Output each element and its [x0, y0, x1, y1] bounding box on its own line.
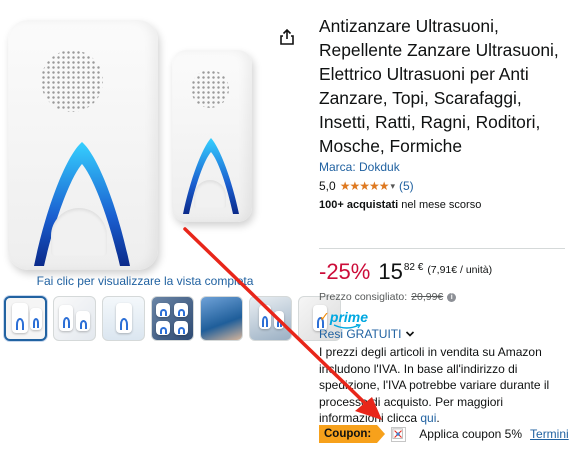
list-price-row: Prezzo consigliato: 20,99€ i [319, 291, 457, 303]
info-icon[interactable]: i [447, 292, 457, 302]
vat-info-link[interactable]: qui [420, 411, 436, 425]
discount-badge: -25% [319, 259, 371, 284]
device-front-bump [51, 208, 107, 256]
unit-price: (7,91€ / unità) [427, 264, 493, 276]
thumbnail-4[interactable] [151, 296, 194, 341]
broken-image-icon [392, 427, 404, 439]
prime-check-icon: ✓ [319, 309, 330, 324]
free-returns-label: Resi GRATUITI [319, 327, 402, 341]
rating-value: 5,0 [319, 179, 336, 193]
device-small [172, 50, 252, 222]
product-title: Antizanzare Ultrasuoni, Repellente Zanza… [319, 16, 559, 156]
thumbnail-2[interactable] [53, 296, 96, 341]
thumbnail-1[interactable] [4, 296, 47, 341]
rating-row: 5,0 ★★★★★ ▾ (5) [319, 179, 569, 193]
coupon-terms-link[interactable]: Termini [530, 427, 569, 441]
device-large [8, 20, 158, 270]
main-product-image[interactable] [0, 10, 290, 272]
thumbnail-5[interactable] [200, 296, 243, 341]
star-rating-icon[interactable]: ★★★★★ [340, 179, 390, 193]
prime-badge: ✓ prime [319, 309, 369, 329]
chevron-down-icon[interactable]: ▾ [390, 181, 395, 192]
thumbnail-3[interactable] [102, 296, 145, 341]
list-price-label: Prezzo consigliato: [319, 291, 408, 303]
list-price-value: 20,99€ [411, 291, 444, 303]
product-info: Antizanzare Ultrasuoni, Repellente Zanza… [319, 14, 569, 211]
coupon-tag: Coupon: [319, 425, 386, 443]
vat-notice-end: . [436, 411, 440, 425]
prime-logo: prime [329, 309, 369, 325]
chevron-down-icon [406, 331, 415, 337]
coupon-label: Applica coupon 5% [419, 427, 523, 441]
price-fraction: 82 € [403, 262, 424, 273]
review-count-link[interactable]: (5) [399, 179, 414, 193]
purchase-count-rest: nel mese scorso [398, 199, 482, 211]
free-returns-dropdown[interactable]: Resi GRATUITI [319, 327, 415, 341]
device-front-bump-small [194, 180, 226, 208]
purchase-count: 100+ acquistati nel mese scorso [319, 199, 569, 211]
full-view-hint-link[interactable]: Fai clic per visualizzare la vista compl… [0, 274, 290, 288]
thumbnail-6[interactable] [249, 296, 292, 341]
coupon-checkbox[interactable] [391, 426, 407, 442]
purchase-count-bold: 100+ acquistati [319, 199, 399, 211]
brand-link[interactable]: Marca: Dokduk [319, 160, 569, 174]
speaker-grille-small [191, 70, 229, 108]
share-icon[interactable] [278, 28, 296, 46]
vat-notice: I prezzi degli articoli in vendita su Am… [319, 344, 567, 427]
speaker-grille [41, 50, 103, 112]
thumbnail-strip [4, 296, 341, 341]
divider [319, 248, 565, 249]
price-block: -25% 15 82 € (7,91€ / unità) [319, 258, 492, 286]
price-whole: 15 [378, 259, 403, 284]
coupon-row: Coupon: Applica coupon 5% Termini [319, 425, 569, 443]
